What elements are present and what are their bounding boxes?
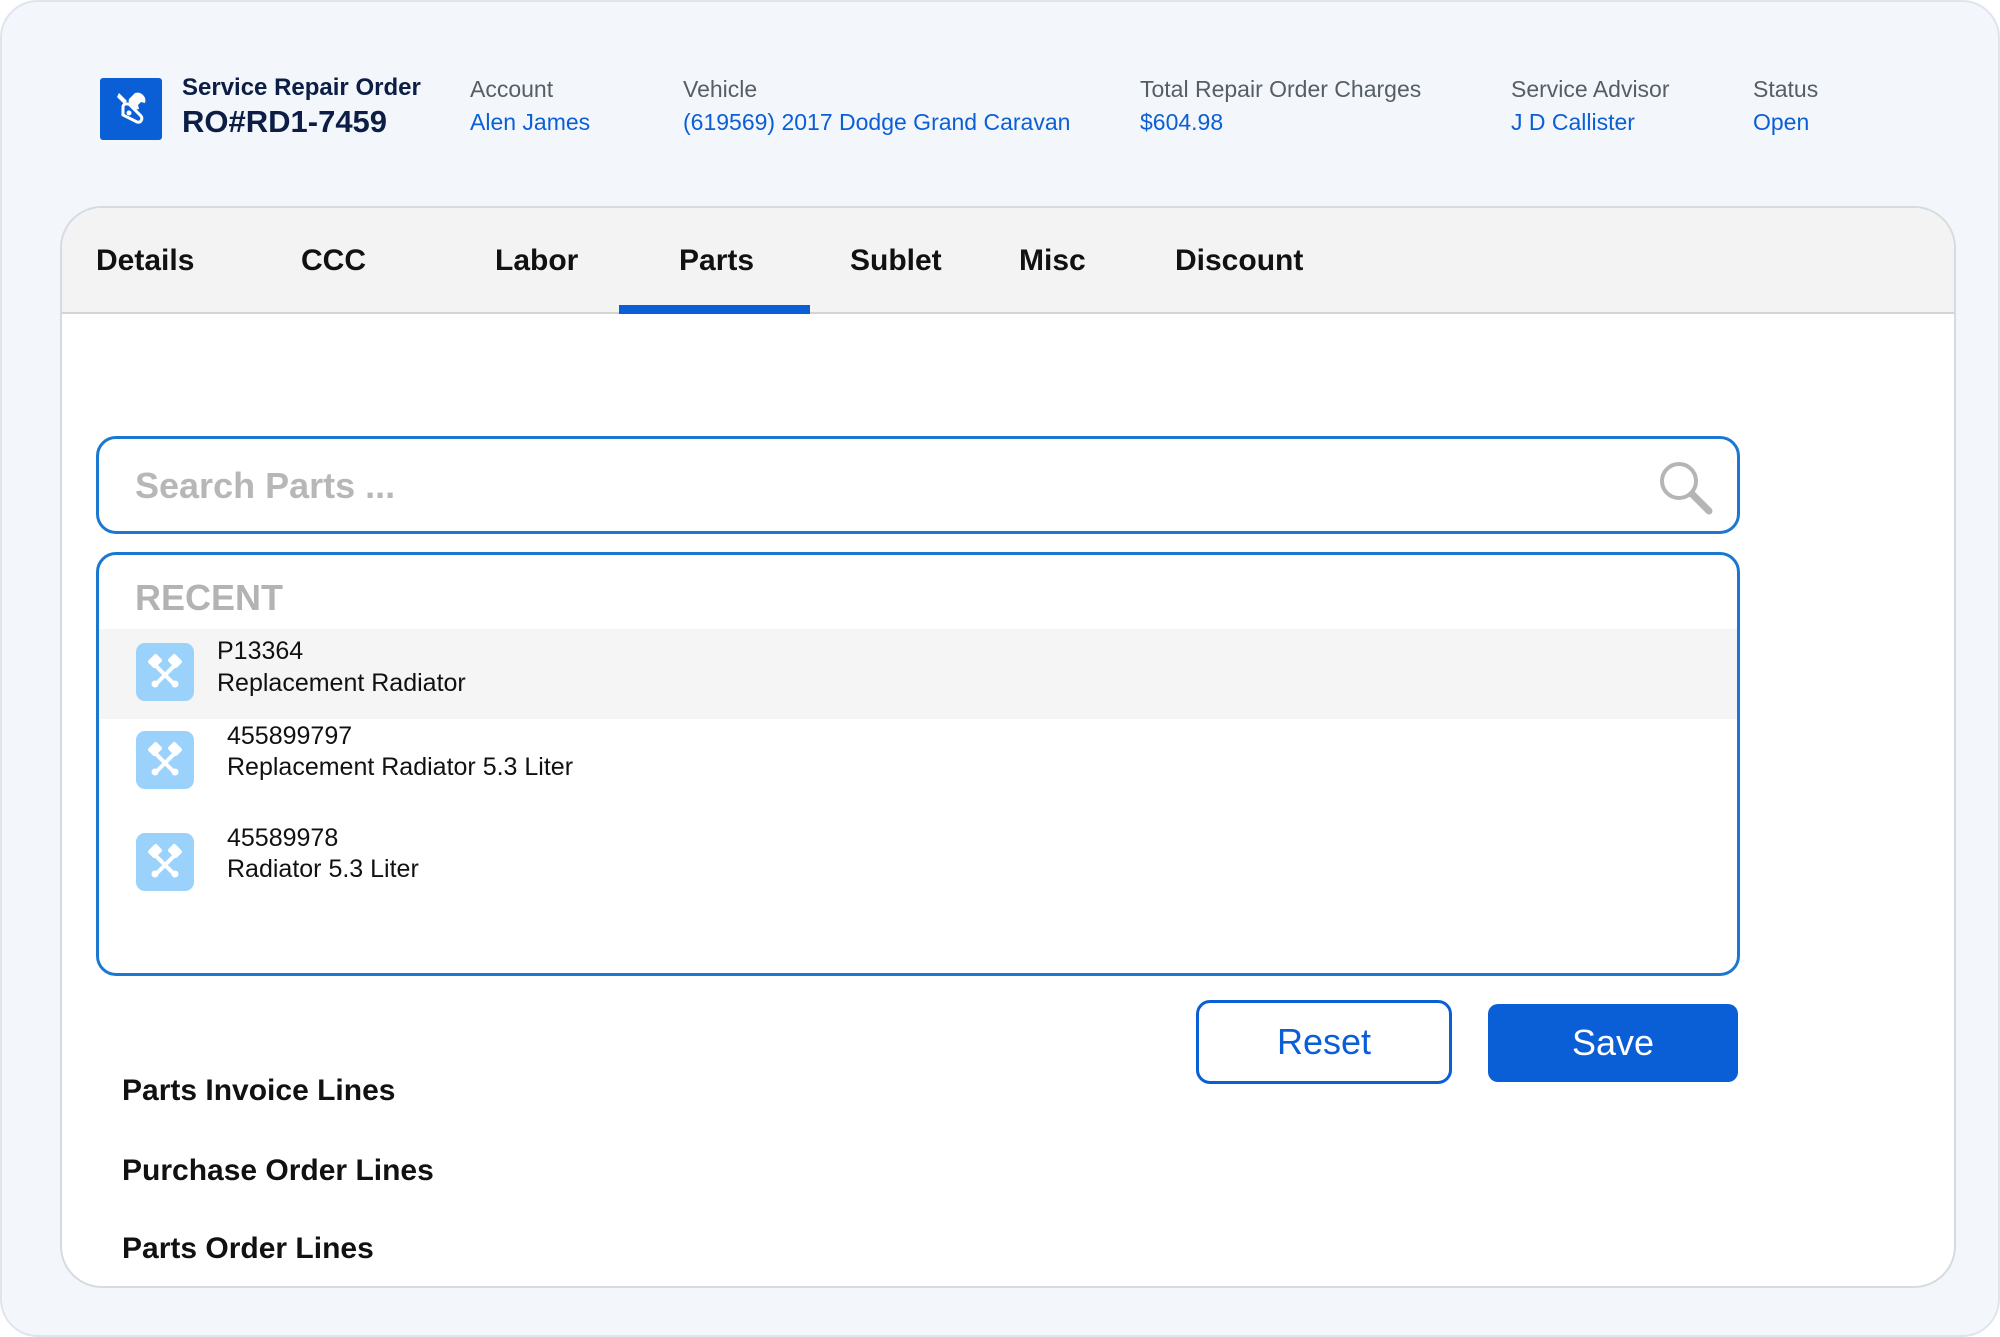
- search-parts-box: [96, 436, 1740, 534]
- tab-misc[interactable]: Misc: [1019, 244, 1086, 278]
- tab-bar: Details CCC Labor Parts Sublet Misc Disc…: [62, 208, 1954, 314]
- pistons-icon: [136, 731, 194, 789]
- service-advisor-value[interactable]: J D Callister: [1511, 109, 1670, 136]
- part-number: P13364: [217, 637, 304, 665]
- repair-order-number: RO#RD1-7459: [182, 104, 388, 139]
- tab-parts[interactable]: Parts: [679, 244, 754, 278]
- header-field-service-advisor: Service Advisor J D Callister: [1511, 76, 1670, 136]
- header-field-status: Status Open: [1753, 76, 1818, 136]
- total-charges-value[interactable]: $604.98: [1140, 109, 1421, 136]
- app-frame: Service Repair Order RO#RD1-7459 Account…: [0, 0, 2000, 1337]
- part-number: 455899797: [227, 722, 353, 750]
- tab-discount[interactable]: Discount: [1175, 244, 1303, 278]
- tab-labor[interactable]: Labor: [495, 244, 578, 278]
- save-button[interactable]: Save: [1488, 1004, 1738, 1082]
- total-charges-label: Total Repair Order Charges: [1140, 76, 1422, 102]
- section-parts-order-lines[interactable]: Parts Order Lines: [122, 1232, 374, 1266]
- vehicle-label: Vehicle: [683, 76, 758, 102]
- pistons-icon: [136, 643, 194, 701]
- part-name: Radiator 5.3 Liter: [227, 855, 419, 883]
- account-label: Account: [470, 76, 554, 102]
- parts-panel: Details CCC Labor Parts Sublet Misc Disc…: [60, 206, 1956, 1288]
- recent-part-item[interactable]: 455899797 Replacement Radiator 5.3 Liter: [99, 722, 1737, 821]
- service-advisor-label: Service Advisor: [1511, 76, 1670, 102]
- tab-ccc[interactable]: CCC: [301, 244, 366, 278]
- recent-heading: RECENT: [135, 577, 284, 618]
- tab-sublet[interactable]: Sublet: [850, 244, 942, 278]
- vehicle-value[interactable]: (619569) 2017 Dodge Grand Caravan: [683, 109, 1070, 136]
- header-field-vehicle: Vehicle (619569) 2017 Dodge Grand Carava…: [683, 76, 1070, 136]
- recent-parts-list: RECENT P13364 Replacement Radiator 45589…: [96, 552, 1740, 976]
- status-label: Status: [1753, 76, 1819, 102]
- part-name: Replacement Radiator: [217, 669, 466, 697]
- reset-button[interactable]: Reset: [1196, 1000, 1452, 1084]
- active-tab-indicator: [619, 305, 810, 314]
- tab-details[interactable]: Details: [96, 244, 194, 278]
- header-field-total-charges: Total Repair Order Charges $604.98: [1140, 76, 1421, 136]
- header-field-account: Account Alen James: [470, 76, 590, 136]
- section-purchase-order-lines[interactable]: Purchase Order Lines: [122, 1154, 434, 1188]
- search-input[interactable]: [135, 457, 1615, 515]
- search-icon[interactable]: [1655, 457, 1715, 517]
- pistons-icon: [136, 833, 194, 891]
- part-name: Replacement Radiator 5.3 Liter: [227, 753, 574, 781]
- page-title: Service Repair Order: [182, 74, 421, 101]
- recent-part-item[interactable]: P13364 Replacement Radiator: [99, 629, 1737, 719]
- repair-order-logo-icon: [100, 78, 162, 140]
- recent-part-item[interactable]: 45589978 Radiator 5.3 Liter: [99, 824, 1737, 923]
- status-value[interactable]: Open: [1753, 109, 1818, 136]
- part-number: 45589978: [227, 824, 339, 852]
- account-value[interactable]: Alen James: [470, 109, 590, 136]
- section-parts-invoice-lines[interactable]: Parts Invoice Lines: [122, 1074, 395, 1108]
